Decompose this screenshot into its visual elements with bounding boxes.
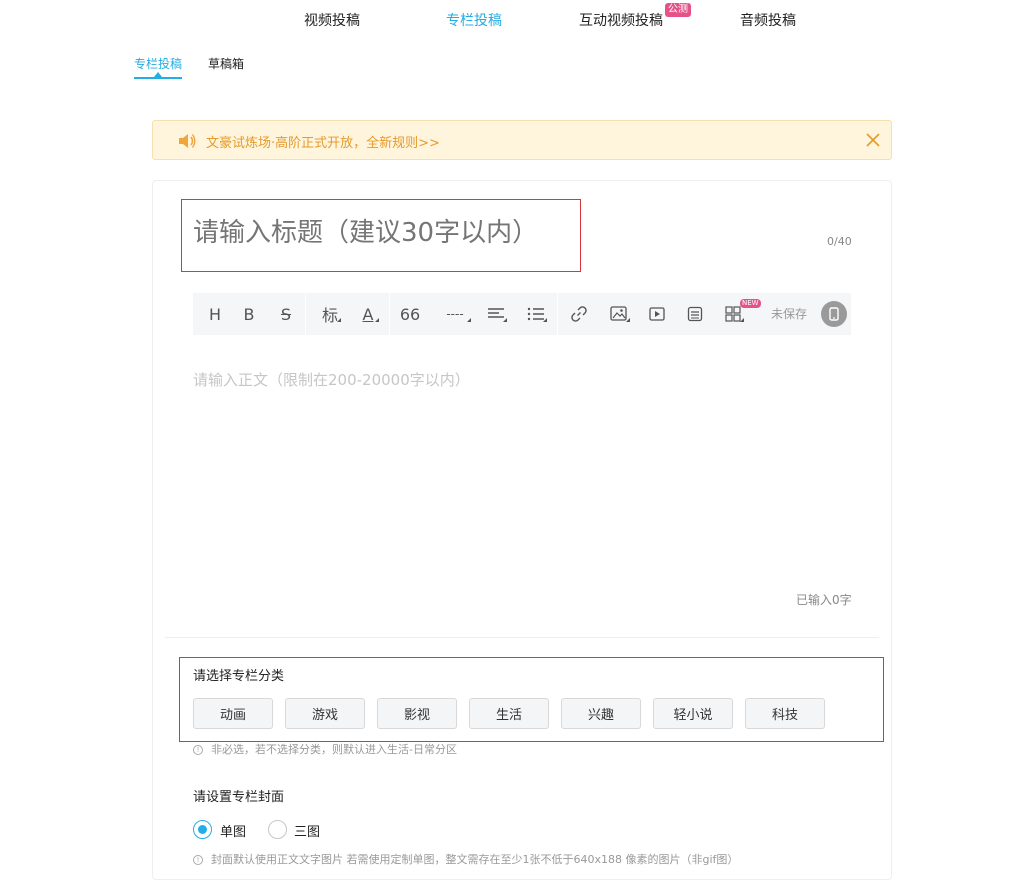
strike-label: S bbox=[280, 304, 292, 324]
grid-icon bbox=[725, 306, 741, 322]
quote-label: 66 bbox=[399, 304, 421, 324]
close-icon[interactable] bbox=[865, 132, 881, 148]
body-editor[interactable]: 请输入正文（限制在200-20000字以内） bbox=[193, 369, 470, 390]
info-icon: ! bbox=[193, 745, 203, 755]
radio-single-image-label[interactable]: 单图 bbox=[220, 821, 246, 840]
tab-audio-upload[interactable]: 音频投稿 bbox=[740, 10, 796, 30]
video-button[interactable] bbox=[642, 293, 672, 335]
beta-badge: 公测 bbox=[665, 3, 691, 17]
notice-banner: 文豪试炼场·高阶正式开放，全新规则>> bbox=[152, 120, 892, 160]
radio-single-image[interactable] bbox=[193, 820, 212, 839]
video-icon bbox=[649, 307, 665, 321]
category-option-anime[interactable]: 动画 bbox=[193, 698, 273, 729]
section-divider bbox=[165, 637, 879, 638]
cover-hint: ! 封面默认使用正文文字图片 若需使用定制单图，整文需存在至少1张不低于640x1… bbox=[193, 851, 738, 867]
align-button[interactable] bbox=[481, 293, 511, 335]
category-option-film[interactable]: 影视 bbox=[377, 698, 457, 729]
font-color-button[interactable]: A bbox=[353, 293, 383, 335]
tab-interactive-video-upload[interactable]: 互动视频投稿 公测 bbox=[579, 3, 691, 30]
cover-hint-text: 封面默认使用正文文字图片 若需使用定制单图，整文需存在至少1张不低于640x18… bbox=[211, 853, 739, 866]
phone-icon bbox=[829, 307, 839, 321]
category-hint-text: 非必选，若不选择分类，则默认进入生活-日常分区 bbox=[211, 743, 457, 756]
bold-label: B bbox=[243, 304, 255, 324]
subtab-article-upload[interactable]: 专栏投稿 bbox=[134, 55, 182, 72]
card-button[interactable] bbox=[680, 293, 710, 335]
word-count: 已输入0字 bbox=[796, 593, 852, 607]
image-button[interactable] bbox=[604, 293, 634, 335]
category-option-life[interactable]: 生活 bbox=[469, 698, 549, 729]
toolbar-separator bbox=[389, 293, 390, 335]
strikethrough-button[interactable]: S bbox=[271, 293, 301, 335]
list-button[interactable] bbox=[521, 293, 551, 335]
card-icon bbox=[687, 306, 703, 322]
link-button[interactable] bbox=[564, 293, 594, 335]
active-underline bbox=[134, 77, 182, 79]
quote-button[interactable]: 66 bbox=[395, 293, 425, 335]
speaker-icon bbox=[179, 134, 196, 148]
notice-link[interactable]: 文豪试炼场·高阶正式开放，全新规则>> bbox=[206, 132, 440, 151]
bold-button[interactable]: B bbox=[234, 293, 264, 335]
toolbar-separator bbox=[557, 293, 558, 335]
tab-video-upload[interactable]: 视频投稿 bbox=[304, 10, 360, 30]
heading-label: H bbox=[208, 304, 222, 324]
editor-toolbar: H B S 标 A 66 ---- NEW 未保存 bbox=[193, 293, 851, 335]
tag-button[interactable]: 标 bbox=[315, 293, 345, 335]
toolbar-separator bbox=[305, 293, 306, 335]
tab-label: 互动视频投稿 bbox=[579, 13, 663, 29]
radio-three-images-label[interactable]: 三图 bbox=[294, 821, 320, 840]
cover-label: 请设置专栏封面 bbox=[193, 790, 285, 805]
heading-button[interactable]: H bbox=[200, 293, 230, 335]
title-input[interactable] bbox=[193, 218, 573, 248]
category-option-tech[interactable]: 科技 bbox=[745, 698, 825, 729]
new-badge: NEW bbox=[740, 299, 761, 308]
category-option-interest[interactable]: 兴趣 bbox=[561, 698, 641, 729]
editor-card bbox=[152, 180, 892, 880]
category-option-light-novel[interactable]: 轻小说 bbox=[653, 698, 733, 729]
category-hint: ! 非必选，若不选择分类，则默认进入生活-日常分区 bbox=[193, 741, 457, 757]
mobile-preview-button[interactable] bbox=[821, 301, 847, 327]
radio-three-images[interactable] bbox=[268, 820, 287, 839]
title-char-count: 0/40 bbox=[827, 235, 852, 248]
info-icon: ! bbox=[193, 855, 203, 865]
save-status: 未保存 bbox=[771, 307, 808, 321]
divider-button[interactable]: ---- bbox=[435, 293, 475, 335]
font-color-label: A bbox=[362, 304, 374, 324]
category-label: 请选择专栏分类 bbox=[193, 669, 285, 684]
tab-article-upload[interactable]: 专栏投稿 bbox=[446, 10, 502, 30]
link-icon bbox=[571, 306, 587, 322]
tag-label: 标 bbox=[321, 306, 338, 325]
category-option-game[interactable]: 游戏 bbox=[285, 698, 365, 729]
subtab-drafts[interactable]: 草稿箱 bbox=[208, 55, 244, 72]
divider-label: ---- bbox=[446, 307, 464, 321]
top-nav: 视频投稿 专栏投稿 互动视频投稿 公测 音频投稿 bbox=[0, 0, 1033, 40]
